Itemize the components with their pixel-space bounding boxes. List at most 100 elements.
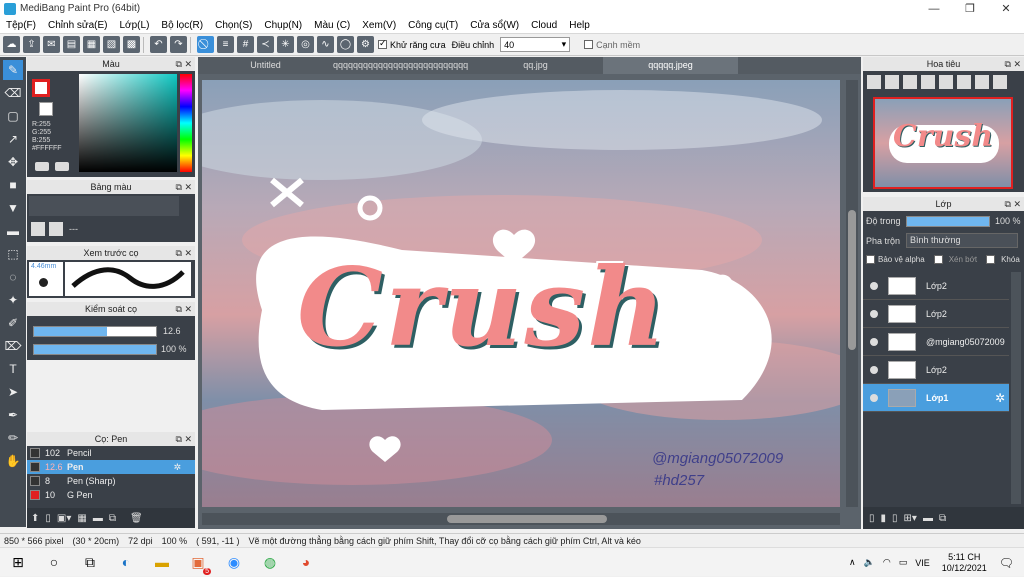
add-brush-icon[interactable]: ⬆ xyxy=(31,513,39,524)
brush-item-g-pen[interactable]: 10 G Pen xyxy=(27,488,195,502)
eraser-tool-icon[interactable]: ⌫ xyxy=(3,83,23,103)
redo-icon[interactable]: ↷ xyxy=(170,36,187,53)
move-tool-icon[interactable]: ✥ xyxy=(3,152,23,172)
new-layer-8bit-icon[interactable]: ▮ xyxy=(881,513,887,524)
parallel-snap-icon[interactable]: ≡ xyxy=(217,36,234,53)
vertical-scroll-thumb[interactable] xyxy=(848,210,856,350)
eye-icon[interactable] xyxy=(870,337,878,346)
text-tool-icon[interactable]: T xyxy=(3,359,23,379)
cross-snap-icon[interactable]: # xyxy=(237,36,254,53)
menu-tools[interactable]: Công cụ(T) xyxy=(402,20,464,31)
menu-filter[interactable]: Bộ lọc(R) xyxy=(155,20,209,31)
brush-grid-icon[interactable]: ▦ xyxy=(77,513,86,524)
notification-icon[interactable]: 🗨 xyxy=(999,556,1014,570)
zoom-app-icon[interactable]: ◉ xyxy=(221,549,247,575)
rotate-left-icon[interactable] xyxy=(939,75,953,89)
layer-row[interactable]: Lớp1 ✲ xyxy=(863,384,1009,412)
eye-icon[interactable] xyxy=(870,309,878,318)
antialias-checkbox[interactable] xyxy=(378,38,387,49)
smooth-edge-checkbox[interactable] xyxy=(584,40,594,49)
settings-icon[interactable]: ⚙ xyxy=(357,36,374,53)
messenger-app-icon[interactable]: ▣ 5 xyxy=(185,549,211,575)
brush-item-pen[interactable]: 12.6 Pen ✲ xyxy=(27,460,195,474)
color-button-icon[interactable] xyxy=(55,162,69,171)
delete-palette-icon[interactable] xyxy=(49,222,63,236)
gear-icon[interactable]: ✲ xyxy=(173,462,181,473)
file-explorer-icon[interactable]: ▬ xyxy=(149,549,175,575)
eye-icon[interactable] xyxy=(870,365,878,374)
secondary-color-swatch[interactable] xyxy=(39,102,53,116)
tab-qq-jpg[interactable]: qq.jpg xyxy=(468,57,603,74)
new-palette-icon[interactable] xyxy=(31,222,45,236)
edge-browser-icon[interactable]: ◐ xyxy=(113,549,139,575)
eye-icon[interactable] xyxy=(870,281,878,290)
snap-off-icon[interactable]: ⃠ xyxy=(197,36,214,53)
page-icon[interactable]: ▦ xyxy=(83,36,100,53)
menu-edit[interactable]: Chỉnh sửa(E) xyxy=(42,20,114,31)
copy-icon[interactable]: ⧉ xyxy=(109,513,116,524)
fill-rect-tool-icon[interactable]: ■ xyxy=(3,175,23,195)
tab-qqq-jpg[interactable]: qqqqqqqqqqqqqqqqqqqqqqqqqqq.jpg xyxy=(333,57,468,74)
primary-color-swatch[interactable] xyxy=(32,79,50,97)
lasso-tool-icon[interactable]: ◌ xyxy=(3,267,23,287)
brush-menu-icon[interactable]: ▣▾ xyxy=(57,513,71,524)
tab-untitled[interactable]: Untitled xyxy=(198,57,333,74)
zoom-out-icon[interactable] xyxy=(867,75,881,89)
horizontal-scroll-thumb[interactable] xyxy=(447,515,607,523)
layer-row[interactable]: @mgiang05072009 xyxy=(863,328,1009,356)
menu-select[interactable]: Chọn(S) xyxy=(209,20,258,31)
new-layer-1bit-icon[interactable]: ▯ xyxy=(892,513,898,524)
horizontal-scrollbar[interactable] xyxy=(202,513,840,525)
windows-start-icon[interactable]: ⊞ xyxy=(5,549,31,575)
pen-tool-icon[interactable]: ✏ xyxy=(3,428,23,448)
zoom-in-icon[interactable] xyxy=(885,75,899,89)
select-pen-tool-icon[interactable]: ✐ xyxy=(3,313,23,333)
search-icon[interactable]: ○ xyxy=(41,549,67,575)
rectangle-tool-icon[interactable]: ▢ xyxy=(3,106,23,126)
gradient-tool-icon[interactable]: ▬ xyxy=(3,221,23,241)
menu-layer[interactable]: Lớp(L) xyxy=(114,20,156,31)
maximize-button[interactable]: ❐ xyxy=(952,0,988,17)
artwork-canvas[interactable]: Crush @mgiang05072009 #hd257 xyxy=(202,80,840,507)
clipping-checkbox[interactable] xyxy=(933,255,943,264)
menu-cloud[interactable]: Cloud xyxy=(525,20,563,31)
menu-color[interactable]: Màu (C) xyxy=(308,20,356,31)
reset-icon[interactable] xyxy=(975,75,989,89)
brush-tool-icon[interactable]: ✎ xyxy=(3,60,23,80)
tab-qqqqq-jpeg[interactable]: qqqqq.jpeg xyxy=(603,57,738,74)
duplicate-layer-icon[interactable]: ⧉ xyxy=(939,513,946,524)
radial-snap-icon[interactable]: ✳ xyxy=(277,36,294,53)
rotate-right-icon[interactable] xyxy=(957,75,971,89)
brush-opacity-slider[interactable] xyxy=(33,344,157,355)
layer-opacity-slider[interactable] xyxy=(906,216,990,227)
ellipse-snap-icon[interactable]: ◯ xyxy=(337,36,354,53)
share-icon[interactable]: ⇪ xyxy=(23,36,40,53)
layer-row[interactable]: Lớp2 xyxy=(863,300,1009,328)
wifi-icon[interactable]: ◠ xyxy=(883,557,891,568)
panel-close-icon[interactable]: ⧉ ✕ xyxy=(176,180,192,194)
layer-row[interactable]: Lớp2 xyxy=(863,272,1009,300)
menu-window[interactable]: Cửa sổ(W) xyxy=(464,20,525,31)
flip-icon[interactable] xyxy=(993,75,1007,89)
language-indicator[interactable]: VIE xyxy=(915,558,930,568)
layer-scrollbar[interactable] xyxy=(1011,272,1021,504)
brush-size-slider[interactable] xyxy=(33,326,157,337)
brush-item-pencil[interactable]: 102 Pencil xyxy=(27,446,195,460)
protect-alpha-checkbox[interactable] xyxy=(866,255,875,264)
curve-snap-icon[interactable]: ∿ xyxy=(317,36,334,53)
battery-icon[interactable]: ▭ xyxy=(899,557,908,568)
hue-slider[interactable] xyxy=(180,74,192,172)
magic-wand-tool-icon[interactable]: ✦ xyxy=(3,290,23,310)
undo-icon[interactable]: ↶ xyxy=(150,36,167,53)
pages-icon[interactable]: ▧ xyxy=(103,36,120,53)
chat-icon[interactable]: ✉ xyxy=(43,36,60,53)
brush-item-pen-sharp[interactable]: 8 Pen (Sharp) xyxy=(27,474,195,488)
operation-tool-icon[interactable]: ➤ xyxy=(3,382,23,402)
grid-icon[interactable]: ▩ xyxy=(123,36,140,53)
lock-checkbox[interactable] xyxy=(986,255,996,264)
select-eraser-tool-icon[interactable]: ⌦ xyxy=(3,336,23,356)
color-button-icon[interactable] xyxy=(35,162,49,171)
menu-help[interactable]: Help xyxy=(563,20,596,31)
new-brush-icon[interactable]: ▯ xyxy=(45,513,51,524)
folder-icon[interactable]: ▬ xyxy=(93,513,103,524)
